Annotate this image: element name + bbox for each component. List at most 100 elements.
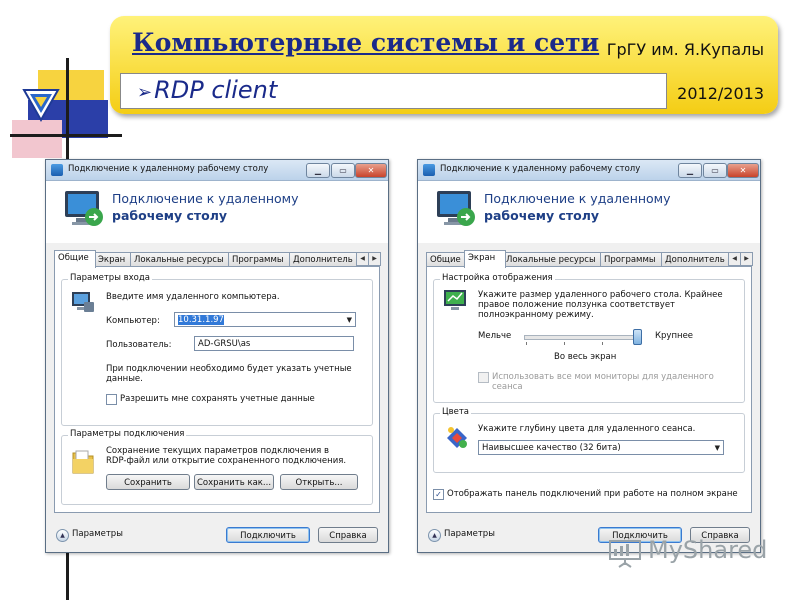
user-input[interactable]: AD-GRSU\as [194,336,354,351]
computer-icon [72,292,94,312]
header-line-1: Подключение к удаленному [112,191,299,206]
window-title: Подключение к удаленному рабочему столу [68,164,269,174]
academic-year: 2012/2013 [677,84,764,103]
tab-strip: Общие Экран Локальные ресурсы Программы … [426,250,753,268]
all-monitors-label-line-1[interactable]: Использовать все мои мониторы для удален… [492,372,714,382]
tab-local-resources[interactable]: Локальные ресурсы [130,252,230,267]
chevron-up-icon[interactable]: ▲ [56,529,69,542]
all-monitors-checkbox[interactable] [478,372,489,383]
tab-general[interactable]: Общие [426,252,468,267]
watermark: MyShared [608,533,768,573]
dropdown-arrow-icon[interactable]: ▼ [715,441,720,456]
close-button[interactable]: ✕ [355,163,387,178]
color-depth-value: Наивысшее качество (32 бита) [482,443,621,453]
group-label: Параметры входа [68,273,152,283]
arrow-bullet-icon: ➢ [137,82,153,103]
save-button[interactable]: Сохранить [106,474,190,490]
slider-min-label: Мельче [478,331,512,341]
credentials-note-line-1: При подключении необходимо будет указать… [106,364,352,374]
slider-tick [564,342,565,345]
tab-strip: Общие Экран Локальные ресурсы Программы … [54,250,381,268]
slide-subtitle: ➢RDP client [137,76,277,104]
user-label: Пользователь: [106,340,172,350]
connection-desc-line-1: Сохранение текущих параметров подключени… [106,446,329,456]
university-name: ГрГУ им. Я.Купалы [606,40,764,59]
display-monitor-icon [444,290,466,310]
save-as-button[interactable]: Сохранить как... [194,474,274,490]
remote-desktop-monitor-icon [437,191,475,226]
computer-label: Компьютер: [106,316,160,326]
connect-button[interactable]: Подключить [226,527,310,543]
display-desc-line-1: Укажите размер удаленного рабочего стола… [478,290,723,300]
window-titlebar[interactable]: Подключение к удаленному рабочему столу … [46,160,388,181]
slider-value-label: Во весь экран [554,352,617,362]
options-label[interactable]: Параметры [444,529,495,539]
header-line-2: рабочему столу [112,208,228,223]
maximize-button[interactable]: ▭ [331,163,355,178]
slider-tick [602,342,603,345]
resolution-slider-track[interactable] [524,335,638,340]
presentation-board-icon [609,540,641,568]
checkmark-icon: ✓ [435,490,442,499]
logon-settings-group: Параметры входа Введите имя удаленного к… [61,273,373,426]
help-button[interactable]: Справка [318,527,378,543]
tab-local-resources[interactable]: Локальные ресурсы [502,252,602,267]
rdp-window-general: Подключение к удаленному рабочему столу … [45,159,389,553]
tab-scroll-right-icon[interactable]: ▶ [368,252,381,266]
dialog-footer: ▲ Параметры Подключить Справка [46,520,388,550]
tab-display[interactable]: Экран [94,252,132,267]
computer-value: 10.31.1.97 [178,315,224,325]
window-title: Подключение к удаленному рабочему столу [440,164,641,174]
save-credentials-label[interactable]: Разрешить мне сохранять учетные данные [120,394,315,404]
options-label[interactable]: Параметры [72,529,123,539]
rdp-app-icon [423,164,435,176]
group-label: Настройка отображения [440,273,555,283]
tab-scroll-right-icon[interactable]: ▶ [740,252,753,266]
maximize-button[interactable]: ▭ [703,163,727,178]
close-button[interactable]: ✕ [727,163,759,178]
colors-group: Цвета Укажите глубину цвета для удаленно… [433,407,745,473]
tab-display[interactable]: Экран [464,250,506,268]
dialog-header: Подключение к удаленному рабочему столу [46,181,388,243]
connection-bar-label[interactable]: Отображать панель подключений при работе… [447,489,738,499]
rdp-window-display: Подключение к удаленному рабочему столу … [417,159,761,553]
watermark-text: MyShared [648,536,768,564]
save-credentials-checkbox[interactable] [106,394,117,405]
tab-advanced[interactable]: Дополнитель [289,252,359,267]
tab-page-general: Параметры входа Введите имя удаленного к… [54,266,380,513]
tab-general[interactable]: Общие [54,250,96,268]
color-palette-icon [447,427,467,448]
color-depth-select[interactable]: Наивысшее качество (32 бита) ▼ [478,440,724,455]
credentials-note-line-2: данные. [106,374,143,384]
display-desc-line-3: полноэкранному режиму. [478,310,594,320]
connection-desc-line-2: RDP-файл или открытие сохраненного подкл… [106,456,347,466]
all-monitors-label-line-2: сеанса [492,382,523,392]
tab-programs[interactable]: Программы [228,252,291,267]
slider-max-label: Крупнее [655,331,694,341]
connection-settings-group: Параметры подключения Сохранение текущих… [61,429,373,505]
rdp-app-icon [51,164,63,176]
remote-desktop-monitor-icon [65,191,103,226]
decor-pink-square [12,120,62,158]
header-line-1: Подключение к удаленному [484,191,671,206]
group-label: Параметры подключения [68,429,187,439]
minimize-button[interactable]: ▁ [306,163,330,178]
resolution-slider-thumb[interactable] [632,329,642,345]
computer-input[interactable]: 10.31.1.97 ▼ [174,312,356,327]
open-button[interactable]: Открыть... [280,474,358,490]
tab-advanced[interactable]: Дополнитель [661,252,731,267]
dialog-header: Подключение к удаленному рабочему столу [418,181,760,243]
window-titlebar[interactable]: Подключение к удаленному рабочему столу … [418,160,760,181]
slider-tick [526,342,527,345]
minimize-button[interactable]: ▁ [678,163,702,178]
display-desc-line-2: правое положение ползунка соответствует [478,300,675,310]
computer-prompt: Введите имя удаленного компьютера. [106,292,280,302]
dropdown-arrow-icon[interactable]: ▼ [347,313,352,328]
slide-title: Компьютерные системы и сети [132,28,600,57]
connection-bar-checkbox[interactable]: ✓ [433,489,444,500]
chevron-up-icon[interactable]: ▲ [428,529,441,542]
tab-programs[interactable]: Программы [600,252,663,267]
folder-icon [72,450,94,474]
decor-horizontal-line [10,134,122,137]
group-label: Цвета [440,407,471,417]
